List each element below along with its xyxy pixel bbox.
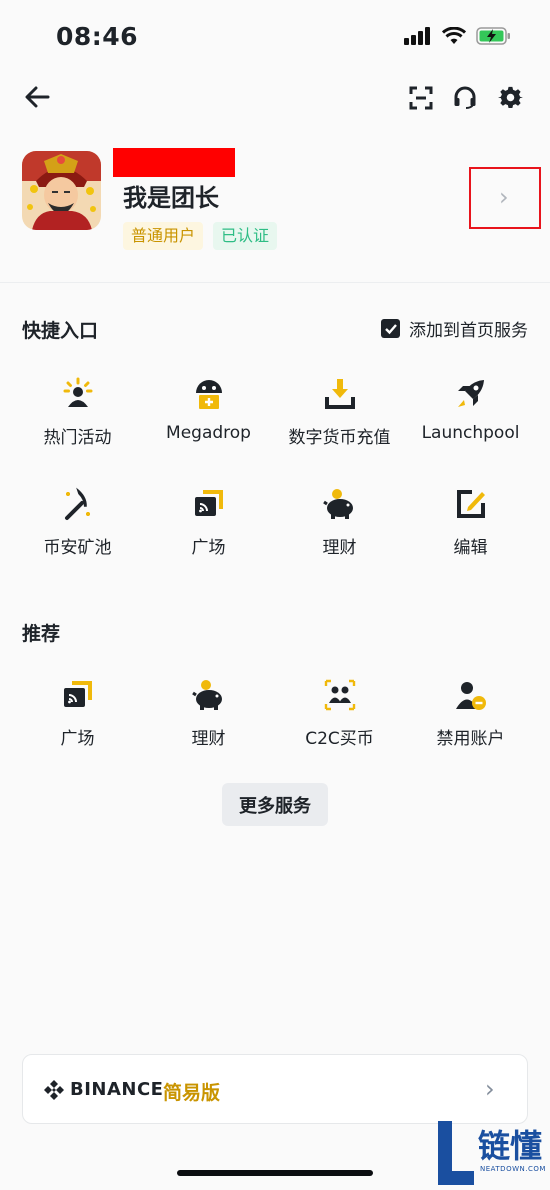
lite-mode-label: 简易版	[163, 1082, 221, 1104]
quick-item-pool[interactable]: 币安矿池	[12, 485, 143, 595]
quick-item-edit[interactable]: 编辑	[405, 485, 536, 595]
quick-item-square[interactable]: 广场	[143, 485, 274, 595]
recommended-item-label: C2C买币	[305, 729, 374, 749]
megadrop-icon	[195, 380, 222, 409]
recommended-item-square[interactable]: 广场	[12, 676, 143, 786]
gear-icon[interactable]	[498, 85, 523, 110]
avatar[interactable]	[22, 151, 101, 230]
quick-item-label: 热门活动	[43, 428, 112, 448]
watermark-subtext: NEATDOWN.COM	[480, 1165, 546, 1173]
profile-header[interactable]: 我是团长 普通用户 已认证	[0, 145, 550, 250]
binance-lite-switch[interactable]: BINANCE 简易版 ›	[22, 1054, 528, 1124]
recommended-item-disable-account[interactable]: 禁用账户	[405, 676, 536, 786]
redacted-block	[113, 148, 235, 177]
quick-item-label: 广场	[191, 538, 226, 558]
deposit-icon	[324, 379, 355, 409]
recommended-item-c2c[interactable]: C2C买币	[274, 676, 405, 786]
chevron-right-icon: ›	[499, 183, 509, 211]
home-indicator[interactable]	[177, 1170, 373, 1176]
recommended-item-label: 广场	[60, 729, 95, 749]
user-type-badge: 普通用户	[123, 222, 204, 250]
add-to-home-toggle[interactable]: 添加到首页服务	[381, 316, 528, 341]
quick-access-grid: 热门活动 Megadrop 数字货币充值 Launchpool 币安矿池 广场 …	[12, 375, 536, 595]
recommended-title: 推荐	[22, 623, 61, 645]
binance-logo-icon	[44, 1080, 64, 1100]
status-bar: 08:46	[0, 0, 550, 70]
status-icons	[404, 26, 512, 46]
status-time: 08:46	[56, 22, 139, 51]
checkbox-checked[interactable]	[381, 319, 400, 338]
username: 我是团长	[123, 184, 219, 212]
divider	[0, 282, 550, 283]
quick-item-label: Launchpool	[421, 423, 520, 443]
verified-badge: 已认证	[213, 222, 278, 250]
scan-icon[interactable]	[409, 86, 433, 110]
check-icon	[384, 323, 397, 334]
watermark: 链懂 NEATDOWN.COM	[432, 1115, 550, 1190]
square-feed-icon	[194, 490, 223, 516]
wifi-icon	[442, 27, 466, 44]
watermark-logo-icon	[438, 1121, 474, 1185]
signal-icon	[404, 27, 430, 45]
avatar-image	[22, 151, 101, 230]
recommended-item-earn[interactable]: 理财	[143, 676, 274, 786]
profile-detail-button[interactable]: ›	[469, 167, 541, 229]
chevron-right-icon: ›	[485, 1075, 495, 1103]
c2c-users-icon	[324, 679, 355, 711]
back-arrow-icon[interactable]	[24, 86, 50, 108]
binance-brand: BINANCE	[70, 1079, 164, 1100]
quick-item-label: Megadrop	[166, 423, 251, 443]
square-feed-icon	[63, 681, 92, 707]
watermark-text: 链懂	[478, 1127, 543, 1165]
quick-item-megadrop[interactable]: Megadrop	[143, 375, 274, 485]
recommended-grid: 广场 理财 C2C买币 禁用账户	[12, 676, 536, 786]
quick-item-earn[interactable]: 理财	[274, 485, 405, 595]
quick-item-label: 币安矿池	[43, 538, 112, 558]
piggy-bank-icon	[322, 489, 353, 519]
quick-item-launchpool[interactable]: Launchpool	[405, 375, 536, 485]
battery-charging-icon	[476, 27, 510, 45]
pickaxe-icon	[64, 487, 90, 520]
headset-support-icon[interactable]	[453, 86, 477, 110]
piggy-bank-icon	[191, 680, 222, 710]
disable-account-icon	[455, 682, 486, 710]
quick-item-deposit[interactable]: 数字货币充值	[274, 375, 405, 485]
quick-item-label: 编辑	[453, 538, 488, 558]
more-services-button[interactable]: 更多服务	[222, 783, 328, 826]
quick-access-title: 快捷入口	[22, 320, 99, 342]
edit-icon	[456, 490, 485, 518]
quick-item-label: 数字货币充值	[288, 428, 391, 448]
add-to-home-label: 添加到首页服务	[409, 321, 528, 341]
hot-activity-icon	[63, 377, 92, 407]
recommended-item-label: 理财	[191, 729, 226, 749]
top-nav	[0, 78, 550, 118]
quick-item-hot-activity[interactable]: 热门活动	[12, 375, 143, 485]
recommended-item-label: 禁用账户	[436, 729, 505, 749]
rocket-icon	[457, 380, 484, 407]
quick-item-label: 理财	[322, 538, 357, 558]
